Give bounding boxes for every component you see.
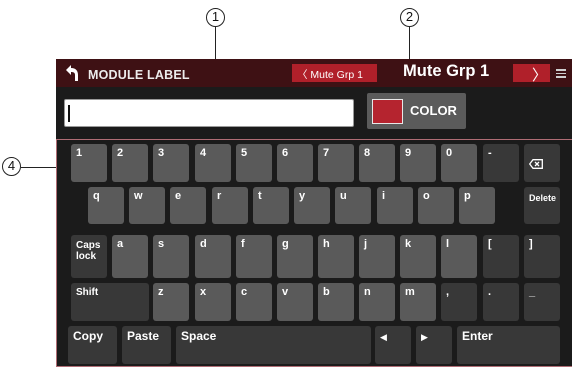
color-swatch [372,99,403,124]
callout-2: 2 [400,8,419,27]
key-9[interactable]: 9 [400,144,436,182]
key-c[interactable]: c [236,283,272,321]
group-prev-button[interactable]: 〈 Mute Grp 1 [297,67,363,82]
chevron-right-icon[interactable]: 〉 [532,64,547,85]
key-j[interactable]: j [359,235,395,278]
key-x[interactable]: x [195,283,231,321]
key-r[interactable]: r [212,187,248,224]
key-right-bracket[interactable]: ] [524,235,560,278]
key-k[interactable]: k [400,235,436,278]
shift-key[interactable]: Shift [71,283,149,321]
key-3[interactable]: 3 [153,144,189,182]
key-comma[interactable]: , [441,283,477,321]
key-t[interactable]: t [253,187,289,224]
key-w[interactable]: w [129,187,165,224]
enter-key[interactable]: Enter [457,326,560,364]
delete-key[interactable]: Delete [524,187,560,224]
key-u[interactable]: u [335,187,371,224]
cursor-right-key[interactable]: ▶ [416,326,452,364]
backspace-key[interactable] [524,144,560,182]
key-s[interactable]: s [153,235,189,278]
key-2[interactable]: 2 [112,144,148,182]
callout-1: 1 [206,8,225,27]
page-title: MODULE LABEL [88,68,190,82]
key-d[interactable]: d [195,235,231,278]
key-left-bracket[interactable]: [ [483,235,519,278]
key-i[interactable]: i [377,187,413,224]
group-current-name: Mute Grp 1 [403,62,490,80]
key-q[interactable]: q [88,187,124,224]
paste-key[interactable]: Paste [122,326,171,364]
key-e[interactable]: e [170,187,206,224]
key-p[interactable]: p [459,187,495,224]
key-v[interactable]: v [277,283,313,321]
key-4[interactable]: 4 [195,144,231,182]
backspace-icon [528,159,543,169]
callout-4-leader [21,167,58,169]
back-arrow-icon[interactable] [62,63,82,83]
key-z[interactable]: z [153,283,189,321]
key-underscore[interactable]: _ [524,283,560,321]
title-bar: MODULE LABEL 〈 Mute Grp 1 Mute Grp 1 〉 [56,59,572,87]
callout-4: 4 [2,157,21,176]
key-o[interactable]: o [418,187,454,224]
space-key[interactable]: Space [176,326,371,364]
menu-icon[interactable] [556,69,566,78]
cursor-left-key[interactable]: ◀ [375,326,411,364]
key-l[interactable]: l [441,235,477,278]
key-b[interactable]: b [318,283,354,321]
copy-key[interactable]: Copy [68,326,117,364]
key-0[interactable]: 0 [441,144,477,182]
key-period[interactable]: . [483,283,519,321]
key-y[interactable]: y [294,187,330,224]
color-button-label: COLOR [410,103,457,118]
label-text-field[interactable] [64,99,354,127]
caps-lock-key[interactable]: Caps lock [71,235,107,278]
key-8[interactable]: 8 [359,144,395,182]
color-button[interactable]: COLOR [367,93,466,129]
key-m[interactable]: m [400,283,436,321]
key-7[interactable]: 7 [318,144,354,182]
key-5[interactable]: 5 [236,144,272,182]
module-label-screen: MODULE LABEL 〈 Mute Grp 1 Mute Grp 1 〉 C… [56,59,572,367]
key-1[interactable]: 1 [71,144,107,182]
key-g[interactable]: g [277,235,313,278]
key-minus[interactable]: - [483,144,519,182]
on-screen-keyboard: 1 2 3 4 5 6 7 8 9 0 - q w e r t y u i o … [56,139,572,367]
key-n[interactable]: n [359,283,395,321]
key-6[interactable]: 6 [277,144,313,182]
key-f[interactable]: f [236,235,272,278]
text-cursor [68,105,70,122]
key-a[interactable]: a [112,235,148,278]
key-h[interactable]: h [318,235,354,278]
